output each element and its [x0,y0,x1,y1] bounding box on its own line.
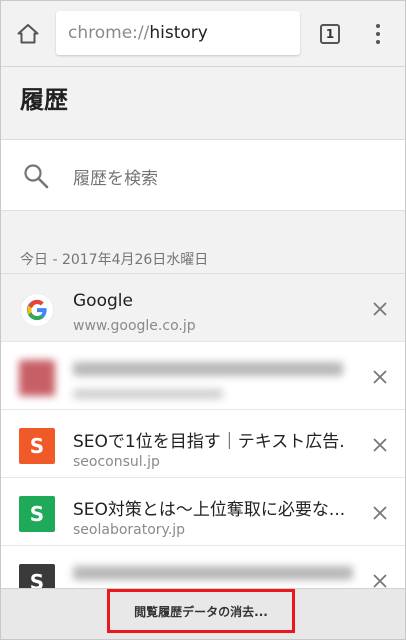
close-icon [373,506,387,520]
history-item-title-blurred [73,563,363,580]
red-favicon-icon [19,360,55,396]
remove-item-button[interactable] [366,499,394,527]
overflow-menu-button[interactable] [362,16,394,52]
menu-dot-icon [376,32,380,36]
history-item[interactable]: S SEO対策とは～上位奪取に必要な... seolaboratory.jp [0,478,406,546]
close-icon [373,574,387,588]
bottom-bar: 閲覧履歴データの消去... [0,588,406,640]
browser-toolbar: chrome://history 1 [0,0,406,66]
history-item-title: Google [73,291,133,311]
search-icon [24,164,49,189]
remove-item-button[interactable] [366,295,394,323]
menu-dot-icon [376,24,380,28]
history-item[interactable]: S SEOで1位を目指す｜テキスト広告. seoconsul.jp [0,410,406,478]
history-item-title: SEOで1位を目指す｜テキスト広告. [73,432,345,452]
page-title: 履歴 [20,86,68,114]
history-item-url-blurred [73,386,363,399]
remove-item-button[interactable] [366,431,394,459]
address-bar[interactable]: chrome://history [56,11,300,55]
close-icon [373,302,387,316]
seoconsul-favicon-icon: S [19,428,55,464]
close-icon [373,438,387,452]
home-button[interactable] [10,16,46,52]
url-host: history [149,23,208,43]
url-scheme: chrome:// [68,23,150,43]
close-icon [373,370,387,384]
google-icon [20,293,54,327]
date-header: 今日 - 2017年4月26日水曜日 [20,252,209,268]
history-item-url: seolaboratory.jp [73,522,186,538]
history-item-title: SEO対策とは～上位奪取に必要な... [73,500,346,520]
home-icon [17,24,39,44]
history-item[interactable]: Google www.google.co.jp [0,274,406,342]
history-item-url: www.google.co.jp [73,318,196,334]
history-item[interactable] [0,342,406,410]
clear-browsing-data-button[interactable]: 閲覧履歴データの消去... [107,589,295,633]
tab-count: 1 [320,24,340,44]
search-input[interactable]: 履歴を検索 [73,164,158,189]
menu-dot-icon [376,40,380,44]
tab-switcher-button[interactable]: 1 [312,16,348,52]
history-item-title-blurred [73,359,363,376]
seolaboratory-favicon-icon: S [19,496,55,532]
history-search-box[interactable]: 履歴を検索 [0,140,406,210]
toolbar-divider [0,66,406,67]
search-divider [0,210,406,211]
remove-item-button[interactable] [366,363,394,391]
history-item-url: seoconsul.jp [73,454,160,470]
